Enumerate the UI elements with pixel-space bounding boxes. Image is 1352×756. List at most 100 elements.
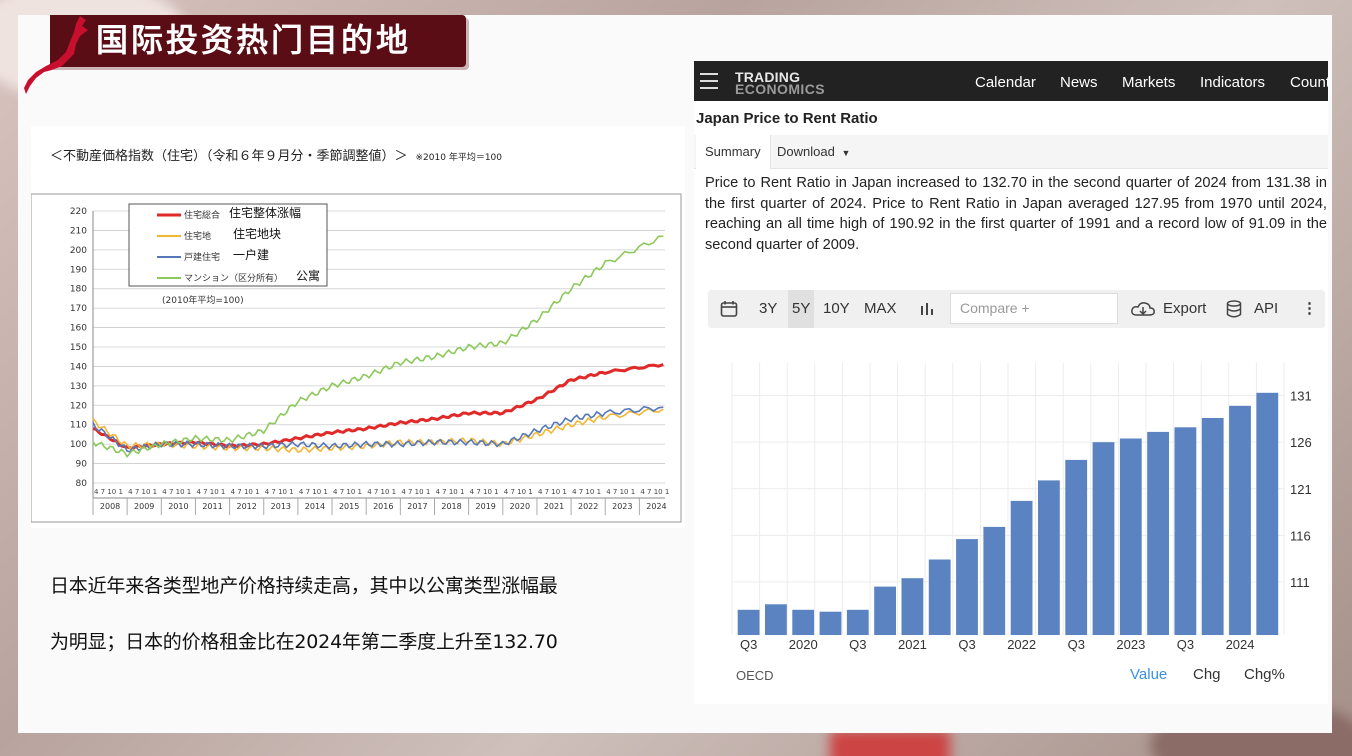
bar bbox=[1038, 480, 1060, 635]
bar bbox=[983, 526, 1006, 635]
export-button[interactable]: Export bbox=[1163, 290, 1206, 328]
tab-download[interactable]: Download ▼ bbox=[768, 135, 859, 169]
x-year-label: 2022 bbox=[578, 502, 598, 511]
bar bbox=[765, 604, 787, 635]
x-year-label: 2014 bbox=[305, 502, 325, 511]
x-month-label: 4 7 10 1 bbox=[299, 488, 328, 496]
bar bbox=[1147, 431, 1169, 635]
x-tick-label: 2023 bbox=[1116, 637, 1145, 652]
x-tick-label: Q3 bbox=[958, 637, 975, 652]
x-tick-label: Q3 bbox=[1177, 637, 1194, 652]
bar bbox=[1201, 418, 1224, 635]
tab-summary[interactable]: Summary bbox=[696, 135, 771, 169]
x-month-label: 4 7 10 1 bbox=[333, 488, 362, 496]
x-month-label: 4 7 10 1 bbox=[94, 488, 123, 496]
database-icon[interactable] bbox=[1226, 300, 1242, 318]
x-year-label: 2009 bbox=[134, 502, 154, 511]
summary-text: Price to Rent Ratio in Japan increased t… bbox=[705, 175, 1327, 253]
bar bbox=[1092, 442, 1115, 635]
bar bbox=[1256, 392, 1279, 635]
y-tick-label: 126 bbox=[1290, 435, 1312, 450]
y-tick-label: 90 bbox=[76, 460, 88, 470]
range-5y-button[interactable]: 5Y bbox=[788, 290, 815, 328]
y-tick-label: 200 bbox=[70, 246, 87, 256]
y-tick-label: 111 bbox=[1290, 575, 1310, 590]
x-month-label: 4 7 10 1 bbox=[606, 488, 635, 496]
nav-countries[interactable]: Count bbox=[1290, 74, 1328, 91]
logo-text-bottom[interactable]: ECONOMICS bbox=[735, 81, 825, 97]
x-month-label: 4 7 10 1 bbox=[265, 488, 294, 496]
legend-label: 住宅地 bbox=[184, 230, 211, 242]
x-month-label: 4 7 10 1 bbox=[231, 488, 260, 496]
x-tick-label: 2021 bbox=[898, 637, 927, 652]
x-tick-label: Q3 bbox=[1068, 637, 1085, 652]
description-line-1: 日本近年来各类型地产价格持续走高，其中以公寓类型涨幅最 bbox=[50, 575, 558, 597]
x-year-label: 2020 bbox=[510, 502, 530, 511]
legend-label: 戸建住宅 bbox=[184, 251, 220, 263]
nav-indicators[interactable]: Indicators bbox=[1200, 74, 1265, 91]
price-index-line-chart: 220 210 200 190 180 170 160 150 140 130 120 110 100 9… bbox=[31, 193, 682, 523]
y-tick-label: 116 bbox=[1290, 528, 1311, 543]
legend-translation: 住宅整体涨幅 bbox=[229, 205, 301, 220]
change-toggle[interactable]: Chg bbox=[1193, 666, 1221, 683]
nav-calendar[interactable]: Calendar bbox=[975, 74, 1036, 91]
chart-toolbar: 3Y 5Y 10Y MAX Compare + Export API ⋮ bbox=[708, 290, 1325, 328]
range-10y-button[interactable]: 10Y bbox=[823, 290, 850, 328]
x-month-label: 4 7 10 1 bbox=[538, 488, 567, 496]
legend-label: 住宅総合 bbox=[184, 209, 220, 221]
x-year-label: 2024 bbox=[646, 502, 666, 511]
x-year-label: 2023 bbox=[612, 502, 632, 511]
bar bbox=[956, 539, 978, 635]
y-tick-label: 210 bbox=[70, 226, 87, 236]
x-year-label: 2010 bbox=[168, 502, 188, 511]
x-month-label: 4 7 10 1 bbox=[162, 488, 191, 496]
nav-news[interactable]: News bbox=[1060, 74, 1098, 91]
tab-bar: Summary Download ▼ bbox=[694, 135, 1328, 169]
api-button[interactable]: API bbox=[1254, 290, 1278, 328]
change-percent-toggle[interactable]: Chg% bbox=[1244, 666, 1285, 683]
x-year-label: 2011 bbox=[202, 502, 222, 511]
bar bbox=[846, 609, 869, 635]
x-year-label: 2017 bbox=[407, 502, 427, 511]
range-max-button[interactable]: MAX bbox=[864, 290, 897, 328]
page-title: 国际投资热门目的地 bbox=[96, 21, 412, 59]
y-tick-label: 160 bbox=[70, 324, 87, 334]
x-year-label: 2008 bbox=[100, 502, 120, 511]
x-year-label: 2021 bbox=[544, 502, 564, 511]
x-month-label: 4 7 10 1 bbox=[435, 488, 464, 496]
legend-translation: 一户建 bbox=[233, 247, 269, 262]
y-tick-label: 140 bbox=[70, 362, 87, 372]
y-tick-label: 110 bbox=[70, 421, 87, 431]
y-tick-label: 121 bbox=[1290, 482, 1312, 497]
x-year-label: 2012 bbox=[236, 502, 256, 511]
x-tick-label: 2024 bbox=[1226, 637, 1255, 652]
cloud-download-icon[interactable] bbox=[1130, 300, 1156, 318]
tab-download-label: Download bbox=[777, 144, 835, 159]
y-tick-label: 150 bbox=[70, 343, 87, 353]
bar bbox=[819, 611, 842, 635]
bar bbox=[874, 586, 896, 635]
x-tick-label: 2020 bbox=[789, 637, 818, 652]
x-tick-label: Q3 bbox=[849, 637, 866, 652]
nav-markets[interactable]: Markets bbox=[1122, 74, 1175, 91]
range-3y-button[interactable]: 3Y bbox=[759, 290, 777, 328]
value-toggle[interactable]: Value bbox=[1130, 666, 1167, 683]
compare-input[interactable]: Compare + bbox=[950, 293, 1118, 324]
series-line bbox=[92, 407, 664, 454]
x-year-label: 2016 bbox=[373, 502, 393, 511]
series-line bbox=[92, 405, 664, 453]
more-options-icon[interactable]: ⋮ bbox=[1302, 290, 1317, 328]
japan-map-icon bbox=[24, 16, 88, 94]
x-year-label: 2019 bbox=[476, 502, 496, 511]
legend-translation: 公寓 bbox=[296, 268, 320, 283]
x-year-label: 2013 bbox=[271, 502, 291, 511]
hamburger-menu-icon[interactable] bbox=[700, 73, 718, 89]
bar bbox=[792, 609, 815, 635]
calendar-icon[interactable] bbox=[720, 300, 738, 318]
bar bbox=[737, 609, 760, 635]
bar bbox=[1065, 459, 1088, 635]
x-month-label: 4 7 10 1 bbox=[640, 488, 669, 496]
x-month-label: 4 7 10 1 bbox=[128, 488, 157, 496]
y-tick-label: 120 bbox=[70, 401, 87, 411]
bar-chart-type-icon[interactable] bbox=[920, 302, 934, 316]
